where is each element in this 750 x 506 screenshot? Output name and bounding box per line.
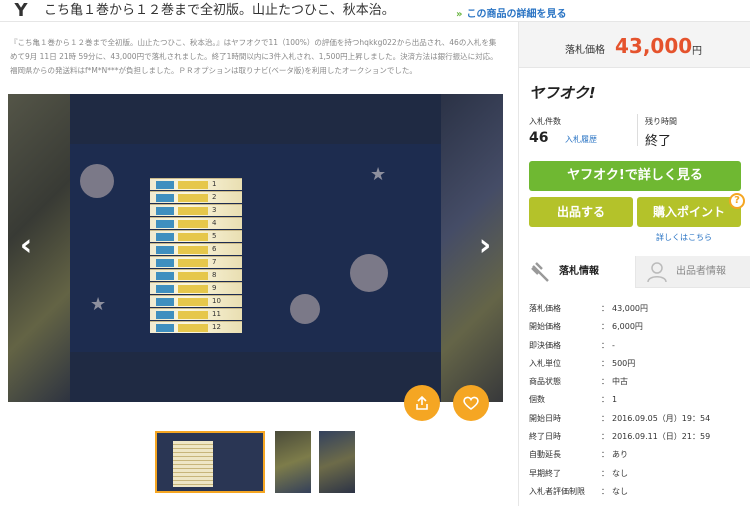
background-pattern: ★ bbox=[90, 294, 107, 315]
time-label: 残り時間 bbox=[645, 117, 677, 126]
thumbnail-1[interactable] bbox=[155, 431, 265, 493]
info-row: 開始日時： 2016.09.05（月）19：54 bbox=[529, 413, 711, 423]
book-spine: 6 bbox=[150, 243, 242, 255]
time-remaining: 終了 bbox=[645, 134, 672, 149]
thumbnail-2[interactable] bbox=[275, 431, 311, 493]
info-row: 入札者評価制限：なし bbox=[529, 486, 628, 496]
book-spine: 11 bbox=[150, 308, 242, 320]
background-pattern bbox=[80, 164, 114, 198]
page-title: こち亀１巻から１２巻まで全初版。山止たつひこ、秋本治。 bbox=[44, 3, 395, 18]
book-spine: 10 bbox=[150, 295, 242, 307]
price-box: 落札価格 43,000 円 bbox=[519, 22, 750, 68]
yahuoku-logo: ヤフオク! bbox=[529, 84, 596, 102]
book-spine: 8 bbox=[150, 269, 242, 281]
bid-history-link[interactable]: 入札履歴 bbox=[565, 134, 597, 145]
main-photo[interactable]: ★ ★ 1 2 3 4 5 6 7 8 9 10 11 12 bbox=[70, 144, 441, 352]
price-unit: 円 bbox=[692, 46, 702, 57]
item-description: 『こち亀１巻から１２巻まで全初版。山止たつひこ、秋本治。』はヤフオクで11（10… bbox=[10, 38, 498, 75]
heart-icon bbox=[463, 396, 479, 410]
tab-auction-label: 落札情報 bbox=[559, 266, 599, 277]
chevron-right-icon[interactable]: › bbox=[475, 229, 495, 263]
price-label: 落札価格 bbox=[565, 45, 605, 56]
book-spine: 9 bbox=[150, 282, 242, 294]
learn-more-link[interactable]: 詳しくはこちら bbox=[656, 232, 712, 243]
info-row: 開始価格： 6,000円 bbox=[529, 322, 643, 332]
info-row: 即決価格： - bbox=[529, 340, 615, 350]
tab-auction-info[interactable]: 落札情報 bbox=[519, 256, 635, 288]
thumbnail-image bbox=[173, 441, 213, 487]
book-spine: 1 bbox=[150, 178, 242, 190]
tab-seller-label: 出品者情報 bbox=[676, 266, 726, 277]
chevron-left-icon[interactable]: ‹ bbox=[16, 229, 36, 263]
view-on-yahuoku-button[interactable]: ヤフオク!で詳しく見る bbox=[529, 161, 741, 191]
background-pattern bbox=[290, 294, 320, 324]
book-spine: 5 bbox=[150, 230, 242, 242]
sell-button[interactable]: 出品する bbox=[529, 197, 633, 227]
auction-info-table: 落札価格： 43,000円 開始価格： 6,000円 即決価格： - 入札単位： 500… bbox=[529, 300, 744, 501]
info-row: 商品状態：中古 bbox=[529, 377, 628, 387]
watchlist-button[interactable] bbox=[453, 385, 489, 421]
bid-count: 46 bbox=[529, 130, 549, 146]
book-spine: 4 bbox=[150, 217, 242, 229]
book-spine: 3 bbox=[150, 204, 242, 216]
image-gallery[interactable]: ★ ★ 1 2 3 4 5 6 7 8 9 10 11 12 ‹ › bbox=[8, 94, 503, 402]
price-value: 43,000 bbox=[615, 34, 693, 58]
auction-panel: 落札価格 43,000 円 ヤフオク! 入札件数 残り時間 46 入札履歴 終了… bbox=[518, 22, 750, 506]
help-icon[interactable]: ? bbox=[729, 193, 745, 209]
book-stack: 1 2 3 4 5 6 7 8 9 10 11 12 bbox=[150, 178, 242, 338]
book-spine: 7 bbox=[150, 256, 242, 268]
background-pattern bbox=[350, 254, 388, 292]
gavel-icon bbox=[531, 262, 549, 282]
header: Y こち亀１巻から１２巻まで全初版。山止たつひこ、秋本治。 » この商品の詳細を見… bbox=[0, 0, 750, 22]
background-pattern: ★ bbox=[370, 164, 387, 185]
info-row: 早期終了：なし bbox=[529, 468, 628, 478]
share-button[interactable] bbox=[404, 385, 440, 421]
info-tabs: 落札情報 出品者情報 bbox=[519, 256, 750, 288]
yahoo-logo-icon[interactable]: Y bbox=[8, 0, 34, 22]
purchase-points-button[interactable]: 購入ポイント bbox=[637, 197, 741, 227]
share-icon bbox=[416, 395, 428, 410]
user-icon bbox=[647, 262, 667, 282]
info-row: 入札単位： 500円 bbox=[529, 358, 636, 368]
info-row: 自動延長：あり bbox=[529, 450, 628, 460]
divider bbox=[637, 114, 638, 146]
info-row: 個数： 1 bbox=[529, 395, 618, 405]
info-row: 落札価格： 43,000円 bbox=[529, 304, 648, 313]
arrow-icon: » bbox=[456, 9, 463, 20]
tab-seller-info[interactable]: 出品者情報 bbox=[635, 256, 750, 288]
info-row: 終了日時： 2016.09.11（日）21：59 bbox=[529, 432, 711, 442]
thumbnail-3[interactable] bbox=[319, 431, 355, 493]
item-detail-link-label: この商品の詳細を見る bbox=[466, 9, 567, 20]
book-spine: 2 bbox=[150, 191, 242, 203]
item-detail-link[interactable]: » この商品の詳細を見る bbox=[456, 5, 566, 20]
bids-label: 入札件数 bbox=[529, 117, 561, 126]
book-spine: 12 bbox=[150, 321, 242, 333]
